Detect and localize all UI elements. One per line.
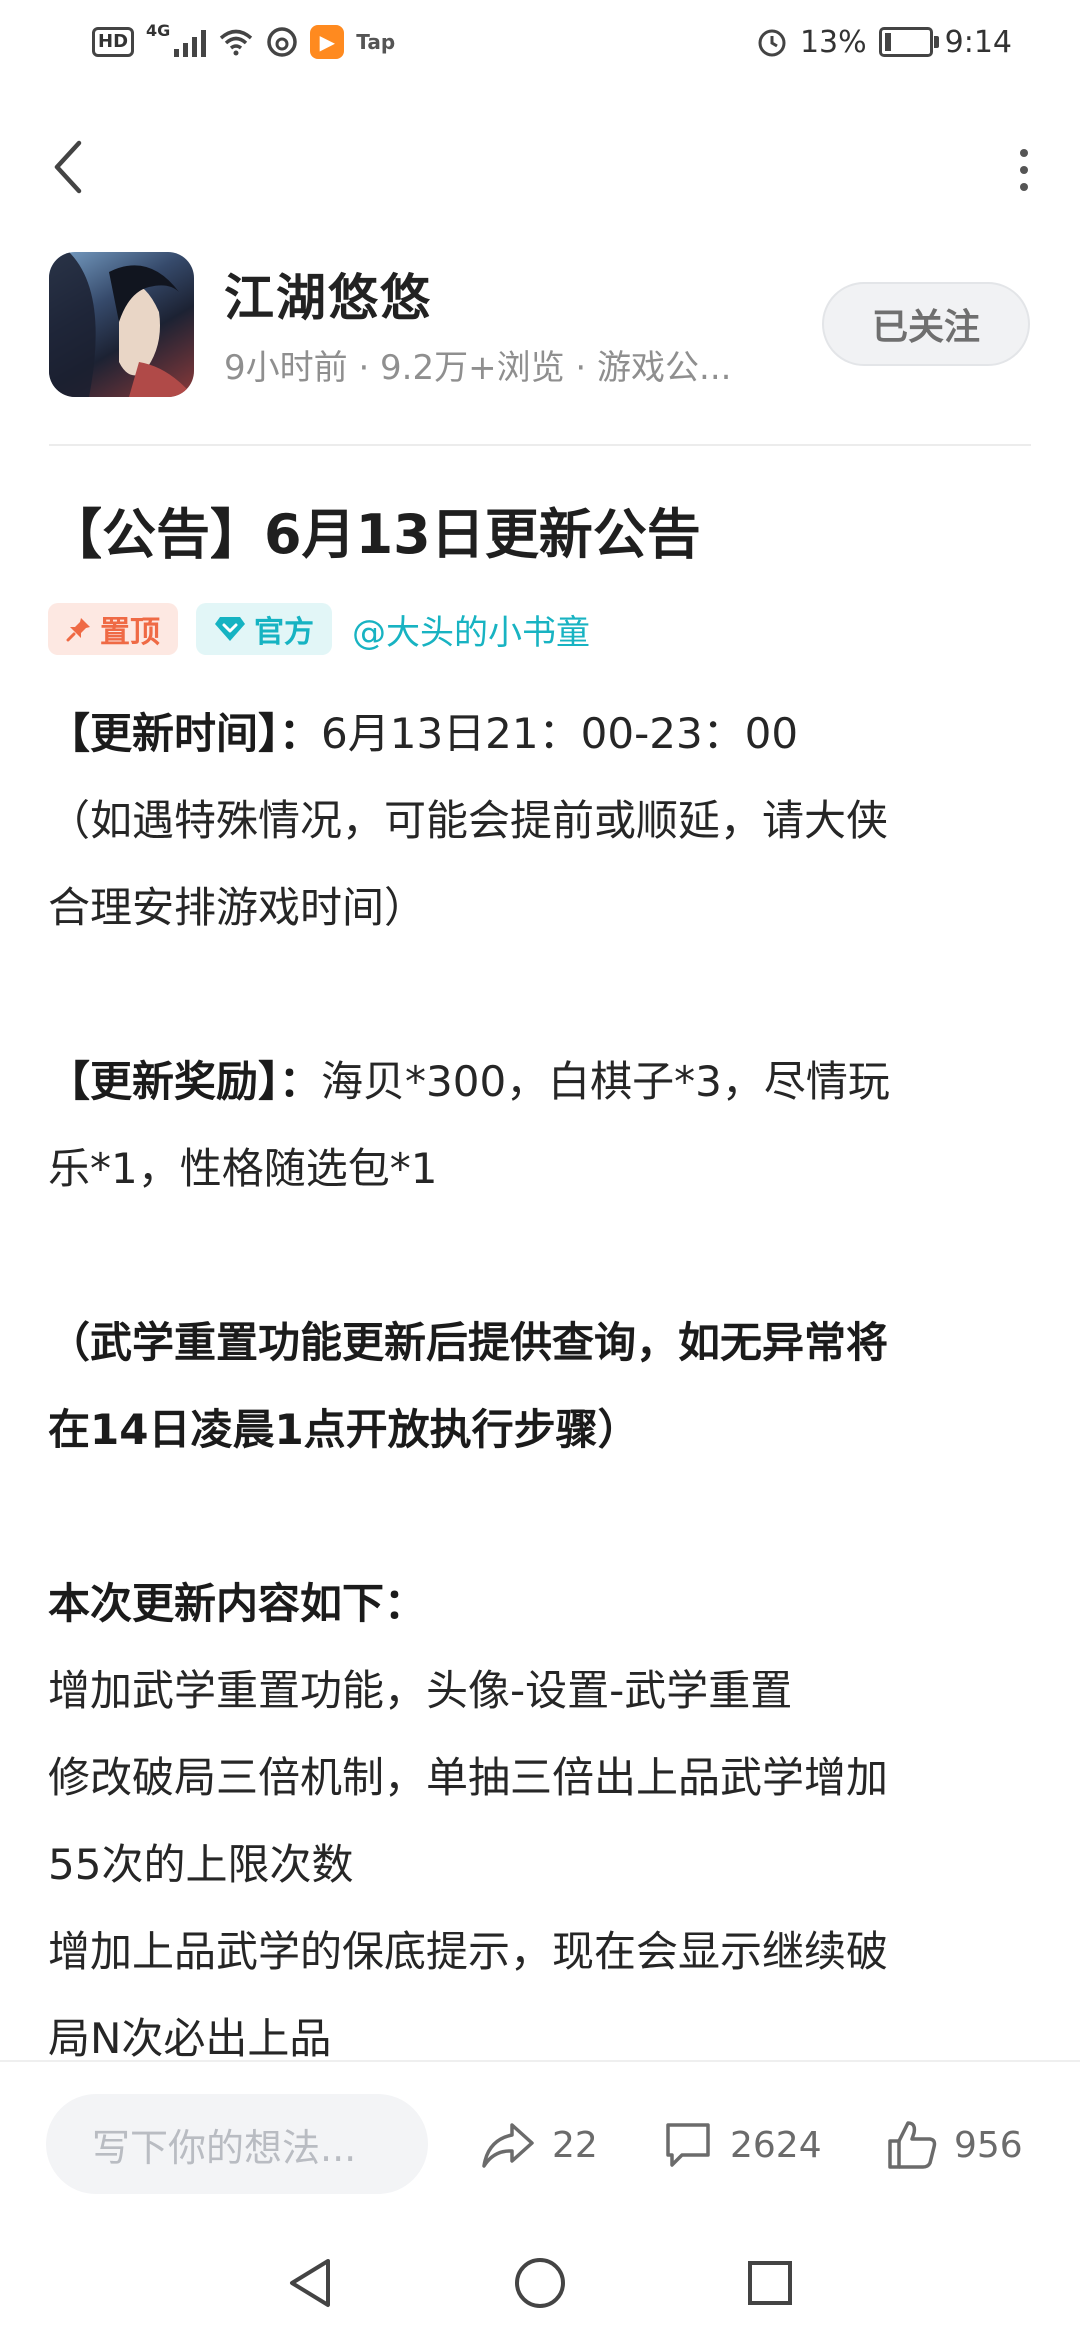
hd-badge: HD <box>92 27 135 57</box>
play-app-icon: ▶ <box>310 25 345 59</box>
update-time-value: 6月13日21：00-23：00 <box>321 709 799 758</box>
update-time-label: 【更新时间】： <box>48 709 322 758</box>
notice-line-2: 合理安排游戏时间） <box>48 883 427 932</box>
avatar-art <box>49 252 194 397</box>
battery-icon <box>878 27 939 57</box>
author-avatar[interactable] <box>49 252 194 397</box>
pinned-tag-label: 置顶 <box>100 615 160 650</box>
thumbs-up-icon <box>888 2121 937 2169</box>
clock: 9:14 <box>944 24 1012 60</box>
post-meta: 9小时前 · 9.2万+浏览 · 游戏公... <box>224 348 732 388</box>
header-divider <box>49 444 1031 446</box>
notice-line-1: （如遇特殊情况，可能会提前或顺延，请大侠 <box>48 796 889 845</box>
nav-recent-button[interactable] <box>730 2248 810 2318</box>
official-tag: 官方 <box>196 603 332 655</box>
like-count: 956 <box>954 2124 1023 2166</box>
status-bar-right: 13% 9:14 <box>756 22 1012 62</box>
circle-home-icon <box>515 2258 565 2308</box>
follow-button[interactable]: 已关注 <box>822 282 1030 366</box>
content-line-2: 修改破局三倍机制，单抽三倍出上品武学增加 <box>48 1753 889 1802</box>
bold-notice-line-1: （武学重置功能更新后提供查询，如无异常将 <box>48 1318 889 1367</box>
back-button[interactable] <box>40 135 96 199</box>
wifi-icon <box>220 29 253 56</box>
nav-home-button[interactable] <box>500 2248 580 2318</box>
content-line-3: 55次的上限次数 <box>48 1840 354 1889</box>
content-line-1: 增加武学重置功能，头像-设置-武学重置 <box>48 1666 793 1715</box>
content-line-4: 增加上品武学的保底提示，现在会显示继续破 <box>48 1927 889 1976</box>
square-recent-icon <box>748 2261 792 2305</box>
share-button[interactable]: 22 <box>480 2110 598 2180</box>
article-tags: 置顶 官方 @大头的小书童 <box>48 602 590 656</box>
reward-line-1: 【更新奖励】：海贝*300，白棋子*3，尽情玩 <box>48 1038 1038 1125</box>
official-tag-label: 官方 <box>254 615 314 650</box>
system-nav-bar <box>0 2224 1080 2340</box>
pinned-tag: 置顶 <box>48 603 178 655</box>
comment-input[interactable]: 写下你的想法... <box>46 2094 428 2194</box>
bottom-bar-divider <box>0 2060 1080 2062</box>
alarm-icon <box>758 29 786 57</box>
author-name[interactable]: 江湖悠悠 <box>224 258 432 330</box>
pin-icon <box>66 618 90 642</box>
author-mention-link[interactable]: @大头的小书童 <box>352 605 590 654</box>
status-bar: HD 4G ▶ Tap 13% 9:14 <box>0 0 1080 84</box>
reward-line-2: 乐*1，性格随选包*1 <box>48 1144 438 1193</box>
more-vertical-icon <box>1020 149 1028 157</box>
content-line-5: 局N次必出上品 <box>48 2014 332 2063</box>
bold-notice-line-2: 在14日凌晨1点开放执行步骤） <box>48 1405 640 1454</box>
battery-percent: 13% <box>799 24 867 60</box>
share-count: 22 <box>552 2124 598 2166</box>
article-body: 【更新时间】：6月13日21：00-23：00 （如遇特殊情况，可能会提前或顺延… <box>48 690 1038 2082</box>
reward-value-1: 海贝*300，白棋子*3，尽情玩 <box>321 1057 890 1106</box>
signal-icon <box>174 27 207 57</box>
diamond-heart-icon <box>215 617 245 641</box>
comment-button[interactable]: 2624 <box>662 2110 822 2180</box>
nav-back-button[interactable] <box>270 2248 350 2318</box>
status-bar-left: HD 4G ▶ Tap <box>92 20 396 62</box>
share-icon <box>482 2123 534 2168</box>
update-time-line: 【更新时间】：6月13日21：00-23：00 <box>48 690 1038 777</box>
comment-icon <box>666 2123 710 2167</box>
article-title: 【公告】6月13日更新公告 <box>48 503 701 566</box>
netease-music-icon <box>267 27 298 57</box>
triangle-back-icon <box>290 2259 330 2307</box>
back-arrow-icon <box>54 140 82 194</box>
taptap-icon: Tap <box>356 30 396 54</box>
more-button[interactable] <box>1004 140 1044 200</box>
content-heading: 本次更新内容如下： <box>48 1579 427 1628</box>
like-button[interactable]: 956 <box>886 2110 1023 2180</box>
comment-count: 2624 <box>730 2124 822 2166</box>
reward-label: 【更新奖励】： <box>48 1057 322 1106</box>
network-type: 4G <box>146 20 171 40</box>
